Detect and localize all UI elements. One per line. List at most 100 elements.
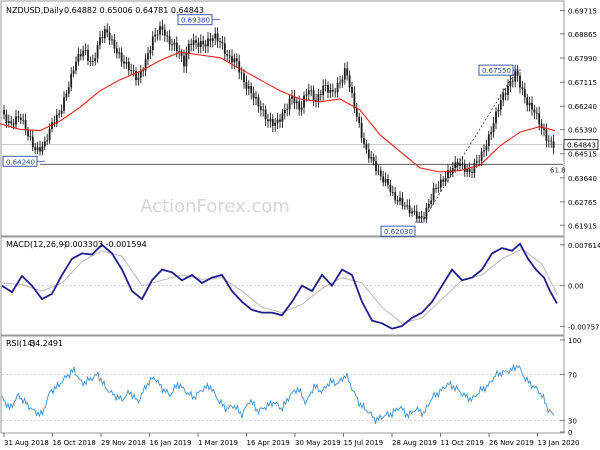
candle-body [415, 211, 418, 219]
candle-body [312, 90, 315, 101]
candle-body [41, 146, 44, 152]
price-tick-label: 0.64515 [568, 151, 597, 159]
fib-level-label: 61.8 [550, 166, 566, 174]
candle-body [223, 43, 226, 55]
candle-body [351, 87, 353, 93]
candle-body [139, 71, 142, 78]
candle-body [77, 53, 80, 62]
macd-tick-label: 0.007614 [568, 242, 600, 250]
candle-body [94, 58, 97, 62]
candle-body [60, 110, 63, 114]
candle-body [238, 61, 241, 73]
candle-body [271, 119, 274, 126]
watermark-text: ActionForex.com [140, 196, 290, 217]
candle-body [240, 72, 243, 74]
candle-body [523, 88, 526, 98]
candle-body [437, 187, 440, 189]
candle-body [490, 131, 493, 135]
candle-body [432, 188, 435, 201]
candle-body [262, 109, 265, 111]
candle-body [283, 110, 286, 114]
candle-body [79, 53, 82, 57]
candle-body [228, 55, 231, 57]
candle-body [339, 82, 341, 84]
candle-body [550, 140, 553, 142]
candle-body [507, 85, 509, 95]
candle-body [545, 129, 548, 141]
candle-body [75, 61, 77, 71]
x-tick-label: 26 Nov 2019 [489, 439, 534, 447]
candle-body [526, 97, 529, 106]
candle-body [471, 171, 473, 173]
x-tick-label: 13 Jan 2020 [538, 439, 580, 447]
candle-body [499, 100, 502, 110]
candle-body [444, 177, 447, 182]
candle-body [173, 42, 176, 45]
candle-body [226, 54, 229, 56]
candle-body [310, 90, 313, 92]
price-ohlc-values: 0.64882 0.65006 0.64781 0.64843 [64, 6, 204, 15]
candle-body [531, 102, 533, 110]
candle-body [487, 134, 490, 146]
candle-body [245, 82, 248, 89]
candle-body [120, 52, 123, 62]
candle-body [221, 41, 224, 44]
candle-body [151, 36, 154, 50]
candle-body [384, 179, 387, 183]
candle-body [235, 58, 238, 62]
candle-body [46, 140, 49, 142]
candle-body [317, 94, 320, 102]
candle-body [459, 163, 461, 166]
candle-body [163, 29, 166, 36]
candle-body [480, 151, 483, 161]
candle-body [58, 113, 61, 115]
price-tick-label: 0.62765 [568, 199, 597, 207]
macd-values: -0.003303 -0.001594 [62, 240, 147, 249]
price-tick-label: 0.61915 [568, 222, 597, 230]
candle-body [259, 106, 262, 110]
candle-body [502, 93, 505, 101]
candle-body [475, 161, 478, 163]
candle-body [327, 85, 329, 93]
candle-body [171, 44, 173, 46]
rsi-tick-label: 70 [568, 372, 577, 380]
candle-body [255, 97, 257, 99]
candle-body [281, 113, 284, 122]
candle-body [22, 119, 25, 121]
candle-body [209, 38, 212, 41]
candle-body [365, 143, 368, 150]
candle-body [535, 112, 538, 114]
candle-body [387, 179, 389, 185]
candle-body [425, 207, 428, 219]
candle-body [519, 75, 521, 88]
candle-body [219, 41, 221, 43]
candle-body [298, 101, 301, 110]
candle-body [336, 83, 339, 93]
candle-body [516, 71, 519, 76]
candle-body [34, 147, 37, 151]
rsi-tick-label: 100 [568, 337, 581, 345]
candle-body [123, 61, 125, 64]
candle-body [394, 192, 397, 201]
price-level-label: 0.64240 [6, 158, 35, 166]
candle-body [341, 79, 344, 83]
candle-body [329, 89, 332, 93]
candle-body [24, 120, 27, 131]
candle-body [420, 216, 423, 219]
candle-body [233, 58, 236, 63]
price-tick-label: 0.63640 [568, 175, 597, 183]
candle-body [451, 167, 454, 173]
candle-body [19, 117, 22, 120]
candle-body [334, 91, 337, 93]
candle-body [483, 150, 485, 152]
candle-body [207, 38, 209, 47]
candle-body [10, 121, 13, 124]
candle-body [175, 42, 178, 52]
candle-body [17, 116, 20, 118]
price-level-label: 0.62030 [384, 228, 413, 236]
candle-body [137, 77, 140, 81]
watermark: ActionForex.com [140, 196, 290, 217]
candle-body [319, 94, 322, 96]
candle-body [406, 205, 409, 207]
candle-body [130, 70, 133, 71]
